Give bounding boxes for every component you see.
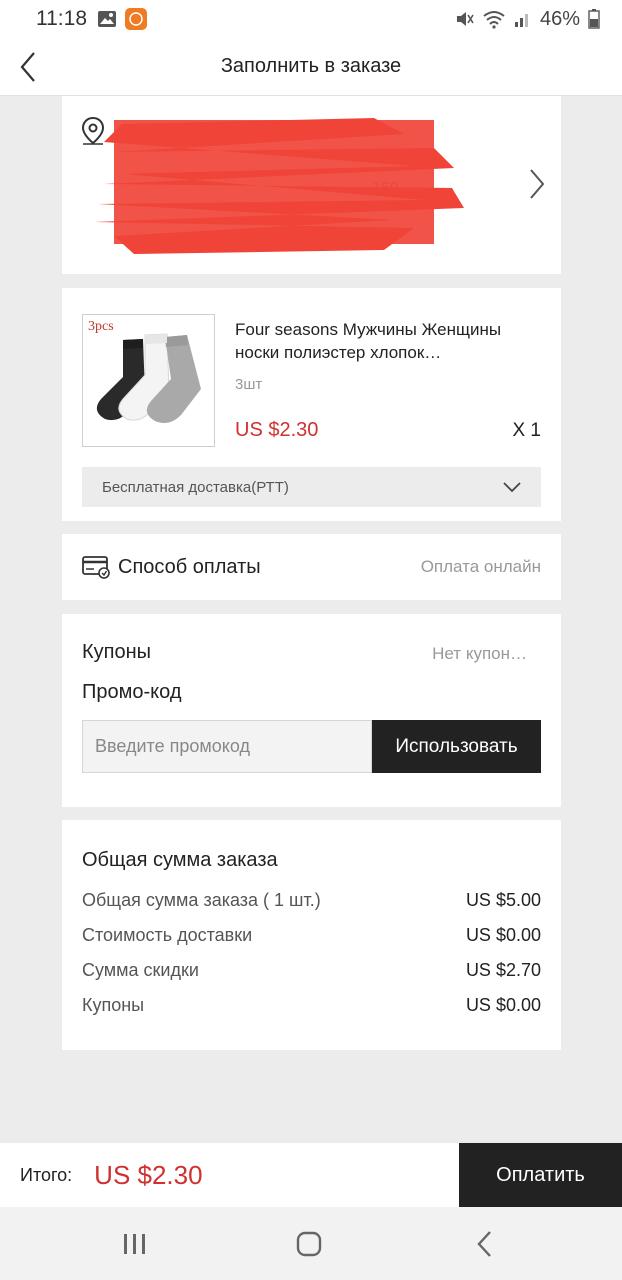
payment-method-value: Оплата онлайн [420,557,541,576]
summary-row-value: US $0.00 [465,925,541,945]
signal-icon [514,14,528,27]
page-title: Заполнить в заказе [220,55,402,77]
summary-row: Общая сумма заказа ( 1 шт.) US $5.00 [82,890,541,911]
back-arrow-icon [477,1231,491,1257]
gallery-icon [98,11,116,27]
summary-row-label: Стоимость доставки [82,925,253,945]
product-card: 3pcs Four seasons Мужчины Женщины носки … [62,288,561,521]
socks-illustration [96,333,201,423]
system-nav-bar [0,1207,622,1280]
recent-apps-icon [124,1234,145,1254]
total-value: US $2.30 [94,1159,203,1190]
summary-row: Сумма скидки US $2.70 [82,960,541,981]
summary-row-label: Сумма скидки [82,960,199,980]
credit-card-icon [82,556,110,579]
order-summary-title: Общая сумма заказа [82,849,278,871]
chevron-down-icon [503,482,521,492]
chevron-right-icon [530,169,545,199]
promo-code-label: Промо-код [82,681,182,703]
shipping-method-select[interactable]: Бесплатная доставка(РТТ) [82,467,541,507]
payment-method-label: Способ оплаты [118,555,261,578]
promo-code-input[interactable] [82,720,372,773]
order-summary-card: Общая сумма заказа Общая сумма заказа ( … [62,820,561,1050]
product-name[interactable]: Four seasons Мужчины Женщины носки полиэ… [235,318,545,364]
shipping-method-label: Бесплатная доставка(РТТ) [102,478,289,496]
chevron-left-icon [20,52,35,82]
summary-row-value: US $2.70 [465,960,541,980]
summary-row-label: Купоны [82,995,145,1015]
recent-apps-button[interactable] [115,1227,155,1261]
status-time: 11:18 [36,7,87,30]
payment-method-row[interactable]: Способ оплаты Оплата онлайн [62,534,561,600]
wifi-icon [483,11,505,29]
status-bar: 11:18 46% [0,0,622,38]
summary-row-value: US $5.00 [465,890,541,910]
checkout-bar: Итого: US $2.30 Оплатить [0,1143,622,1207]
back-button[interactable] [10,48,46,86]
address-card[interactable]: 160 [62,96,561,274]
apply-promo-button[interactable]: Использовать [372,720,541,773]
app-bar: Заполнить в заказе [0,38,622,96]
coupons-card: Купоны Нет купон… Промо-код Использовать [62,614,561,807]
redaction-scribble [94,118,464,254]
summary-row: Купоны US $0.00 [82,995,541,1016]
coupons-select[interactable]: Нет купон… [432,644,527,664]
product-image[interactable]: 3pcs [82,314,215,447]
product-variant: 3шт [235,376,263,393]
battery-percent: 46% [539,7,580,30]
summary-row: Стоимость доставки US $0.00 [82,925,541,946]
app-notification-icon [125,8,147,30]
total-label: Итого: [20,1164,73,1185]
pay-button[interactable]: Оплатить [459,1143,622,1207]
battery-icon [588,9,600,29]
home-button[interactable] [289,1227,329,1261]
product-quantity: X 1 [512,420,541,441]
summary-row-value: US $0.00 [465,995,541,1015]
home-icon [296,1231,322,1257]
product-price: US $2.30 [235,419,319,441]
coupons-label: Купоны [82,641,152,663]
system-back-button[interactable] [464,1227,504,1261]
mute-icon [456,12,474,26]
summary-row-label: Общая сумма заказа ( 1 шт.) [82,890,321,910]
